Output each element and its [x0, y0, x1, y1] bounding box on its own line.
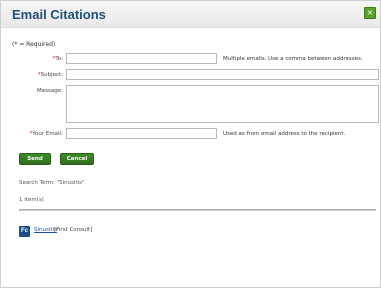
message-label: Message:: [37, 88, 63, 94]
citation-source: [First Consult]: [54, 227, 93, 233]
close-icon[interactable]: ×: [364, 7, 376, 19]
item-count: 1 item(s): [19, 197, 44, 203]
search-term: Search Term: "Sinusitis": [19, 180, 85, 186]
to-field[interactable]: [66, 53, 217, 64]
message-textarea[interactable]: [66, 85, 379, 123]
your-email-label: *Your Email:: [29, 131, 63, 137]
required-note: (* = Required): [12, 41, 56, 48]
subject-field[interactable]: [66, 69, 379, 80]
your-email-hint: Used as from email address to the recipi…: [223, 131, 346, 137]
to-label: *To:: [52, 56, 63, 62]
send-button[interactable]: Send: [19, 153, 51, 165]
to-hint: Multiple emails. Use a comma between add…: [223, 56, 363, 62]
first-consult-icon: Fc: [19, 226, 30, 237]
subject-label: *Subject:: [37, 72, 63, 78]
cancel-button[interactable]: Cancel: [60, 153, 94, 165]
your-email-field[interactable]: [66, 128, 217, 139]
dialog-header: Email Citations ×: [1, 1, 380, 28]
email-citations-dialog: Email Citations × (* = Required) *To: Mu…: [0, 0, 381, 288]
dialog-title: Email Citations: [12, 7, 106, 22]
divider: [19, 209, 376, 211]
